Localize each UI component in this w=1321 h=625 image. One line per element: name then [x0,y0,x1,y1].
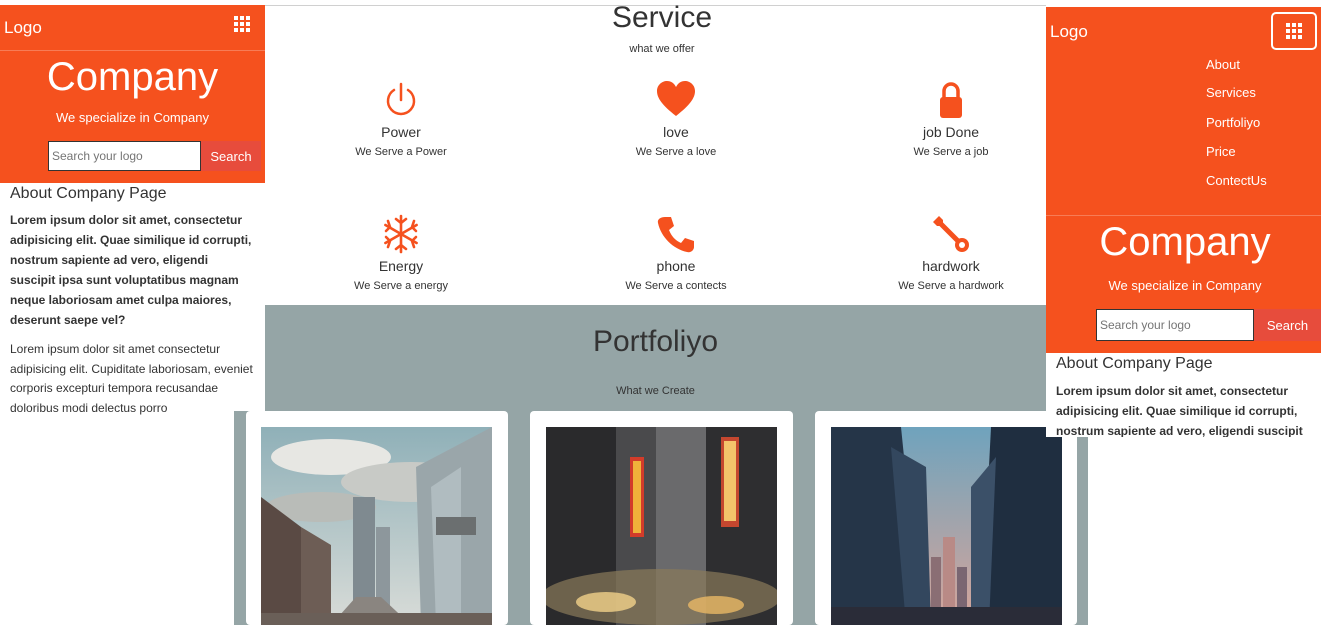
service-name: love [663,124,689,140]
right-mobile-preview: Logo About Services Portfoliyo Price Con… [1046,7,1321,437]
menu-item-portfolio[interactable]: Portfoliyo [1206,115,1260,130]
menu-item-price[interactable]: Price [1206,144,1236,159]
portfolio-title: Portfoliyo [592,325,719,358]
portfolio-card[interactable] [246,411,508,625]
header-divider [0,50,265,51]
service-item: hardwork We Serve a hardwork [851,214,1051,292]
service-name: phone [656,258,696,274]
service-subtitle: what we offer [629,43,695,55]
search-button[interactable]: Search [201,141,261,171]
service-desc: We Serve a energy [354,280,448,292]
wrench-icon [933,216,969,252]
portfolio-card[interactable] [530,411,793,625]
search-input[interactable] [1096,309,1254,341]
service-title: Service [611,1,713,34]
service-item: job Done We Serve a job [851,80,1051,158]
menu-divider [1046,215,1321,216]
menu-item-contact[interactable]: ContectUs [1206,173,1267,188]
menu-toggle-button[interactable] [1271,12,1317,50]
about-title: About Company Page [1056,355,1213,372]
service-item: Power We Serve a Power [301,80,501,158]
power-icon [386,82,416,116]
about-paragraph-bold: Lorem ipsum dolor sit amet, consectetur … [10,213,252,327]
service-desc: We Serve a job [913,146,989,158]
about-paragraph-bold: Lorem ipsum dolor sit amet, consectetur … [1056,384,1303,437]
phone-icon [657,217,694,253]
service-desc: We Serve a contects [625,280,727,292]
menu-toggle-button[interactable] [234,16,250,37]
portfolio-card[interactable] [815,411,1077,625]
service-desc: We Serve a Power [355,146,447,158]
heart-icon [657,81,695,116]
left-header: Logo Company We specialize in Company Se… [0,5,265,183]
city-photo-2 [546,427,777,625]
service-name: Power [381,124,421,140]
service-desc: We Serve a love [635,146,717,158]
menu-item-about[interactable]: About [1206,57,1240,72]
logo[interactable]: Logo [1050,22,1088,42]
company-title: Company [1099,220,1271,264]
tagline: We specialize in Company [1108,278,1262,293]
city-photo-3 [831,427,1062,625]
company-title: Company [46,55,219,99]
about-section: About Company Page Lorem ipsum dolor sit… [1046,353,1321,437]
search-button[interactable]: Search [1254,309,1321,341]
grid-icon [234,16,250,32]
service-name: Energy [378,258,424,274]
service-desc: We Serve a hardwork [898,280,1004,292]
portfolio-subtitle: What we Create [616,385,695,397]
menu-item-services[interactable]: Services [1206,85,1256,100]
service-item: phone We Serve a contects [576,214,776,292]
service-name: hardwork [922,258,980,274]
left-mobile-preview: Logo Company We specialize in Company Se… [0,5,265,625]
logo[interactable]: Logo [4,18,42,38]
grid-icon [1286,23,1302,39]
service-name: job Done [922,124,980,140]
service-item: Energy We Serve a energy [301,214,501,292]
about-title: About Company Page [10,185,167,202]
about-paragraph: Lorem ipsum dolor sit amet consectetur a… [10,342,253,415]
service-item: love We Serve a love [576,80,776,158]
tagline: We specialize in Company [56,110,209,125]
snowflake-icon [384,214,418,254]
portfolio-section: Portfoliyo What we Create [265,305,1046,411]
city-photo-1 [261,427,492,625]
lock-icon [940,82,962,118]
search-input[interactable] [48,141,201,171]
